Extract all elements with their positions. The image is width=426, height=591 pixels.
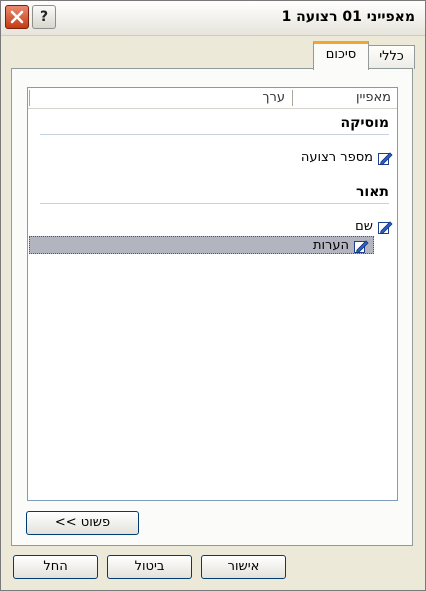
group-title-music: מוסיקה <box>340 115 389 131</box>
title-bar[interactable]: ? מאפייני 01 רצועה 1 <box>1 1 425 36</box>
property-row-track-number[interactable]: מספר רצועה <box>28 149 397 167</box>
window-title: מאפייני 01 רצועה 1 <box>281 9 415 25</box>
apply-button[interactable]: החל <box>13 555 98 579</box>
edit-pencil-icon <box>377 150 393 166</box>
tab-summary[interactable]: סיכום <box>313 41 369 70</box>
property-label: מספר רצועה <box>300 150 373 165</box>
properties-dialog: ? מאפייני 01 רצועה 1 כללי סיכום מאפיין ע… <box>0 0 426 591</box>
property-label: הערות <box>312 238 349 253</box>
column-header-property[interactable]: מאפיין <box>356 90 391 105</box>
cancel-button[interactable]: ביטול <box>107 555 192 579</box>
tab-general[interactable]: כללי <box>368 45 415 69</box>
properties-list[interactable]: מאפיין ערך מוסיקה מספר רצועה תאור שם הער… <box>27 87 398 501</box>
help-button[interactable]: ? <box>32 5 56 29</box>
column-separator[interactable] <box>29 90 30 106</box>
property-row-name[interactable]: שם <box>28 218 397 236</box>
group-title-description: תאור <box>356 184 389 200</box>
group-divider <box>40 203 389 204</box>
simple-view-button[interactable]: << פשוט <box>26 511 139 535</box>
tab-panel-summary: מאפיין ערך מוסיקה מספר רצועה תאור שם הער… <box>11 68 413 546</box>
column-header-value[interactable]: ערך <box>263 90 285 105</box>
column-separator[interactable] <box>292 90 293 106</box>
group-divider <box>40 134 389 135</box>
close-button[interactable] <box>5 5 29 29</box>
property-row-comments[interactable]: הערות <box>29 236 374 254</box>
close-icon <box>10 10 24 24</box>
edit-pencil-icon <box>377 219 393 235</box>
property-label: שם <box>355 219 373 234</box>
edit-pencil-icon <box>353 238 369 254</box>
column-header: מאפיין ערך <box>28 88 397 109</box>
ok-button[interactable]: אישור <box>201 555 286 579</box>
